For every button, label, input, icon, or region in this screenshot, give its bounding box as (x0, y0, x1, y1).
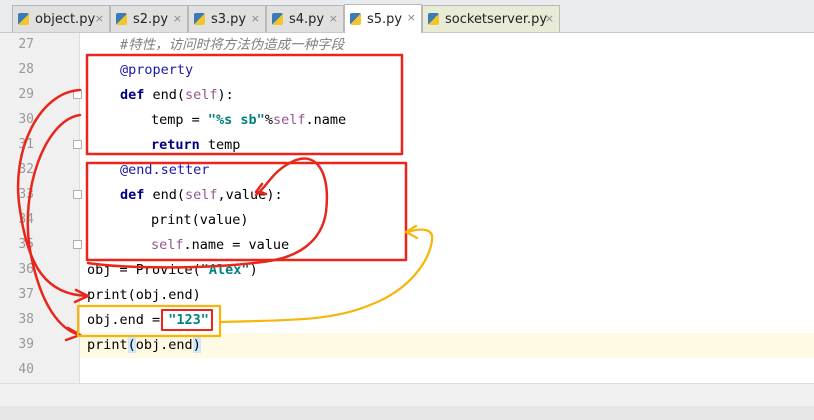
tab-label: s3.py (211, 11, 247, 27)
line-number: 35 (18, 237, 34, 252)
python-file-icon (115, 12, 128, 26)
matched-bracket: ) (192, 337, 201, 353)
comment: #特性，访问时将方法伪造成一种字段 (120, 37, 345, 53)
string-literal: "123" (168, 312, 209, 328)
tab-label: s5.py (367, 11, 403, 27)
line-number: 40 (18, 362, 34, 377)
code-text: .name = value (183, 237, 290, 253)
code-line-29[interactable]: def end(self): (80, 83, 814, 108)
python-file-icon (271, 12, 284, 26)
keyword: return (151, 137, 200, 153)
decorator-property: @property (120, 62, 194, 78)
line-number: 27 (18, 37, 34, 52)
self-token: self (185, 87, 218, 103)
editor-bottom-area (0, 383, 814, 420)
code-text: obj.end (135, 337, 193, 353)
code-text: end( (144, 87, 186, 103)
close-icon[interactable]: × (251, 12, 260, 25)
string-literal: "Alex" (200, 262, 250, 278)
tab-socketserver-py[interactable]: socketserver.py × (422, 5, 560, 32)
code-text: % (264, 112, 273, 128)
decorator-setter: @end.setter (120, 162, 210, 178)
keyword: def (120, 87, 145, 103)
line-number: 36 (18, 262, 34, 277)
code-text: temp = (151, 112, 208, 128)
code-line-34[interactable]: print(value) (80, 208, 814, 233)
code-text: print (87, 337, 128, 353)
self-token: self (185, 187, 218, 203)
tab-label: s4.py (289, 11, 325, 27)
close-icon[interactable]: × (173, 12, 182, 25)
code-line-39-current[interactable]: print(obj.end) (80, 333, 814, 358)
close-icon[interactable]: × (407, 11, 416, 24)
tab-label: socketserver.py (445, 11, 548, 27)
code-line-30[interactable]: temp = "%s sb"%self.name (80, 108, 814, 133)
tab-label: object.py (35, 11, 96, 27)
keyword: def (120, 187, 145, 203)
close-icon[interactable]: × (545, 12, 554, 25)
code-line-27[interactable]: #特性，访问时将方法伪造成一种字段 (80, 33, 814, 58)
line-number: 30 (18, 112, 34, 127)
code-line-36[interactable]: obj = Provice("Alex") (80, 258, 814, 283)
tab-s5-py[interactable]: s5.py × (344, 4, 422, 33)
code-line-35[interactable]: self.name = value (80, 233, 814, 258)
python-file-icon (427, 12, 440, 26)
tab-object-py[interactable]: object.py × (12, 5, 110, 32)
close-icon[interactable]: × (329, 12, 338, 25)
python-file-icon (193, 12, 206, 26)
tab-label: s2.py (133, 11, 169, 27)
code-text: obj = Provice( (87, 262, 201, 278)
line-number: 31 (18, 137, 34, 152)
code-text: obj.end = (87, 312, 169, 328)
code-text: temp (199, 137, 241, 153)
line-number: 33 (18, 187, 34, 202)
line-number: 28 (18, 62, 34, 77)
line-number: 29 (18, 87, 34, 102)
line-number-gutter[interactable]: 27 28 29 30 31 32 33 34 35 36 37 38 39 4… (0, 33, 82, 383)
python-file-icon (17, 12, 30, 26)
line-number: 34 (18, 212, 34, 227)
code-text: print(obj.end) (87, 287, 201, 303)
code-line-38[interactable]: obj.end = "123" (80, 308, 814, 333)
horizontal-scrollbar[interactable] (0, 406, 814, 420)
code-line-32[interactable]: @end.setter (80, 158, 814, 183)
code-text: print(value) (151, 212, 249, 228)
tab-s3-py[interactable]: s3.py × (188, 5, 266, 32)
code-text: .name (305, 112, 347, 128)
tab-s2-py[interactable]: s2.py × (110, 5, 188, 32)
code-line-31[interactable]: return temp (80, 133, 814, 158)
tab-s4-py[interactable]: s4.py × (266, 5, 344, 32)
code-editor[interactable]: #特性，访问时将方法伪造成一种字段 @property def end(self… (80, 33, 814, 383)
line-number: 32 (18, 162, 34, 177)
editor-tab-bar: object.py × s2.py × s3.py × s4.py × s5.p… (0, 0, 814, 33)
code-line-40[interactable] (80, 358, 814, 383)
code-line-33[interactable]: def end(self,value): (80, 183, 814, 208)
code-text: ) (249, 262, 258, 278)
code-text: ,value): (217, 187, 283, 203)
self-token: self (272, 112, 306, 128)
line-number: 38 (18, 312, 34, 327)
self-token: self (151, 237, 184, 253)
code-line-37[interactable]: print(obj.end) (80, 283, 814, 308)
code-text: ): (217, 87, 234, 103)
code-line-28[interactable]: @property (80, 58, 814, 83)
python-file-icon (349, 12, 362, 26)
code-text: end( (144, 187, 186, 203)
line-number: 37 (18, 287, 34, 302)
close-icon[interactable]: × (95, 12, 104, 25)
string-literal: "%s sb" (207, 112, 265, 128)
line-number: 39 (18, 337, 34, 352)
matched-bracket: ( (127, 337, 136, 353)
